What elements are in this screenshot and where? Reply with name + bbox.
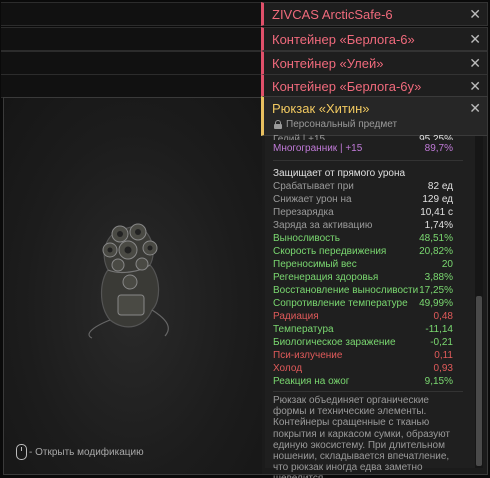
stat-row: Заряда за активацию 1,74% [273,220,453,231]
stat-row-bonus: Выносливость 48,51% [273,233,453,244]
stat-row: Перезарядка 10,41 с [273,207,453,218]
open-modification-hint[interactable]: - Открыть модификацию [16,444,144,460]
mouse-icon [16,444,27,460]
lock-icon [274,120,282,129]
stat-row-polyhedron: Многогранник | +15 89,7% [273,143,453,154]
close-icon[interactable]: ✕ [469,100,481,117]
personal-item-text: Персональный предмет [286,119,398,130]
personal-item-label: Персональный предмет [274,119,397,130]
stat-row: Снижает урон на 129 ед [273,194,453,205]
close-icon[interactable]: ✕ [469,78,481,95]
tab-chitin-backpack[interactable]: Рюкзак «Хитин» ✕ Персональный предмет [261,96,488,136]
stat-row-bonus: Восстановление выносливости 17,25% [273,285,453,296]
item-description: Рюкзак объединяет органические формы и т… [273,395,450,478]
stat-row-burn: Реакция на ожог 9,15% [273,376,453,387]
stat-row-radiation: Радиация 0,48 [273,311,453,322]
close-icon[interactable]: ✕ [469,6,481,23]
backpack-image [88,223,169,339]
stat-row: Срабатывает при 82 ед [273,181,453,192]
stat-row-temperature: Температура -11,14 [273,324,453,335]
tab-berloga-6[interactable]: Контейнер «Берлога-6» ✕ [261,27,488,51]
tab-title: ZIVCAS ArcticSafe-6 [272,7,393,22]
divider [273,391,463,392]
item-title: Рюкзак «Хитин» [272,101,370,116]
tab-title: Контейнер «Берлога-6у» [272,79,422,94]
tab-title: Контейнер «Берлога-6» [272,32,415,47]
tab-shadow [1,74,263,98]
item-stats[interactable]: Гелий | +15 95,25% Многогранник | +15 89… [265,134,475,478]
stat-row-bonus: Скорость передвижения 20,82% [273,246,453,257]
tab-berloga-6u[interactable]: Контейнер «Берлога-6у» ✕ [261,74,488,98]
tab-uley[interactable]: Контейнер «Улей» ✕ [261,51,488,75]
stat-row-bonus: Сопротивление температуре 49,99% [273,298,453,309]
hint-label: - Открыть модификацию [29,446,144,458]
tab-zivcas[interactable]: ZIVCAS ArcticSafe-6 ✕ [261,2,488,26]
close-icon[interactable]: ✕ [469,55,481,72]
stat-row-cold: Холод 0,93 [273,363,453,374]
divider [273,160,463,161]
tab-shadow [1,27,263,51]
scrollbar-thumb[interactable] [476,296,482,466]
tab-title: Контейнер «Улей» [272,56,384,71]
stat-row-partial: Гелий | +15 95,25% [273,134,453,140]
stat-row-bio: Биологическое заражение -0,21 [273,337,453,348]
close-icon[interactable]: ✕ [469,31,481,48]
stat-row-bonus: Переносимый вес 20 [273,259,453,270]
section-title: Защищает от прямого урона [273,168,406,179]
stat-row-psy: Пси-излучение 0,11 [273,350,453,361]
tab-shadow [1,51,263,75]
tab-shadow [1,2,263,26]
stat-row-bonus: Регенерация здоровья 3,88% [273,272,453,283]
